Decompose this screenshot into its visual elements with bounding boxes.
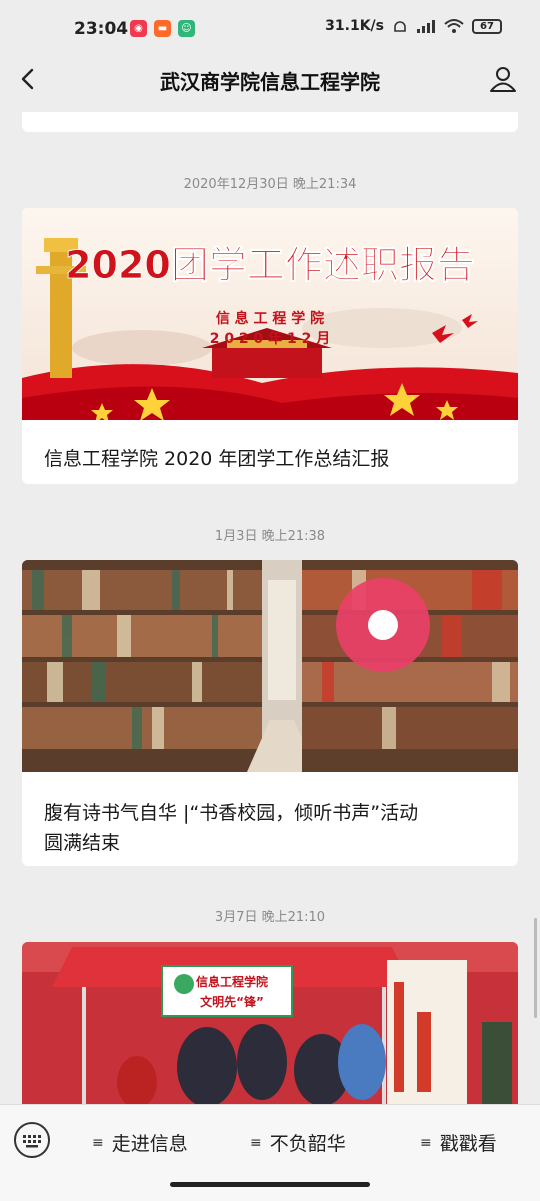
article-card[interactable]: 信息工程学院 文明先“锋”: [22, 942, 518, 1104]
menu-item-label: 戳戳看: [439, 1133, 497, 1155]
article-timestamp: 3月7日 晚上21:10: [214, 910, 326, 925]
article-timestamp: 2020年12月30日 晚上21:34: [183, 177, 357, 192]
floating-record-button[interactable]: [336, 578, 430, 672]
article-card[interactable]: 腹有诗书气自华 |“书香校园，倾听书声”活动 圆满结束: [22, 560, 518, 866]
menu-list-icon: ≡: [420, 1134, 432, 1151]
keyboard-toggle-button[interactable]: [14, 1122, 50, 1158]
scrollbar[interactable]: [534, 918, 537, 1018]
signal-icon: [417, 20, 435, 33]
article-cover-image: [22, 560, 518, 772]
menu-list-icon: ≡: [92, 1134, 104, 1151]
net-speed: 31.1K/s: [325, 18, 384, 34]
article-card[interactable]: 2020团学工作述职报告 信 息 工 程 学 院 2 0 2 0 年 1 2 月…: [22, 208, 518, 484]
menu-item-zoujin[interactable]: ≡ 走进信息: [92, 1129, 188, 1156]
battery-level: 67: [480, 20, 494, 32]
article-title-line-2: 圆满结束: [44, 832, 121, 854]
app-green-icon: ☺: [178, 20, 195, 37]
menu-item-label: 不负韶华: [269, 1133, 346, 1155]
menu-item-bufu[interactable]: ≡ 不负韶华: [250, 1129, 346, 1156]
previous-article-card[interactable]: [22, 112, 518, 132]
home-indicator[interactable]: [170, 1182, 370, 1187]
banner-subtitle-1: 信 息 工 程 学 院: [216, 310, 324, 327]
menu-list-icon: ≡: [250, 1134, 262, 1151]
app-red-icon: ◉: [130, 20, 147, 37]
article-cover-image: 信息工程学院 文明先“锋”: [22, 942, 518, 1104]
banner-sign-2: 文明先“锋”: [200, 994, 264, 1009]
menu-item-label: 走进信息: [111, 1133, 188, 1155]
profile-icon[interactable]: [488, 64, 518, 94]
banner-headline: 2020团学工作述职报告: [65, 243, 475, 287]
keyboard-icon: [23, 1135, 41, 1148]
article-cover-image: 2020团学工作述职报告 信 息 工 程 学 院 2 0 2 0 年 1 2 月: [22, 208, 518, 420]
page-title: 武汉商学院信息工程学院: [160, 70, 380, 94]
battery-icon: 67: [472, 18, 502, 34]
banner-subtitle-2: 2 0 2 0 年 1 2 月: [210, 330, 331, 347]
record-dot-icon: [368, 610, 398, 640]
article-title-line-1: 腹有诗书气自华 |“书香校园，倾听书声”活动: [44, 802, 419, 824]
article-title: 信息工程学院 2020 年团学工作总结汇报: [44, 448, 390, 470]
banner-sign-1: 信息工程学院: [196, 974, 268, 989]
article-timestamp: 1月3日 晚上21:38: [214, 529, 326, 544]
status-app-icons: ◉ ▬ ☺: [130, 20, 195, 37]
nav-bar: 武汉商学院信息工程学院: [0, 58, 540, 102]
status-bar: 23:04 ◉ ▬ ☺ 31.1K/s 67: [0, 0, 540, 58]
status-indicators: 31.1K/s 67: [325, 18, 502, 34]
menu-item-chuochuo[interactable]: ≡ 戳戳看: [420, 1129, 497, 1156]
alarm-icon: [394, 21, 406, 32]
status-time: 23:04: [74, 19, 129, 39]
wifi-icon: [444, 19, 464, 33]
app-orange-icon: ▬: [154, 20, 171, 37]
